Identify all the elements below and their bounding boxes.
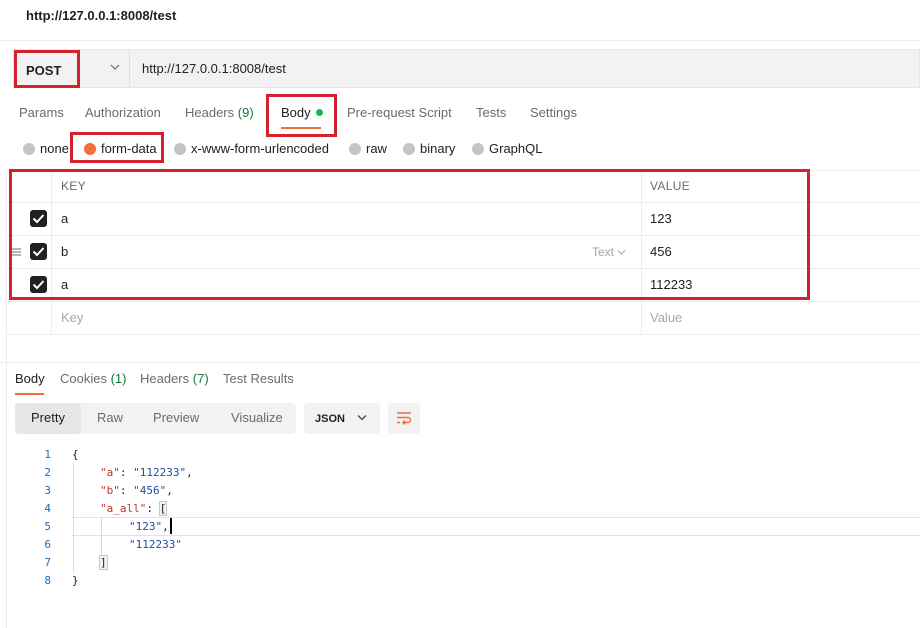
- json-key: "b": [100, 484, 120, 497]
- text-caret: [170, 518, 172, 534]
- headers-count: (9): [237, 105, 254, 120]
- tab-label: Authorization: [85, 105, 161, 120]
- new-value-input[interactable]: Value: [650, 310, 682, 325]
- code-line[interactable]: }: [72, 574, 79, 587]
- tab-authorization[interactable]: Authorization: [85, 105, 161, 120]
- tab-label: Settings: [530, 105, 577, 120]
- radio-binary[interactable]: binary: [403, 141, 455, 156]
- active-tab-indicator: [15, 393, 44, 395]
- radio-label: binary: [420, 141, 456, 156]
- response-tab-headers[interactable]: Headers (7): [140, 371, 209, 386]
- radio-graphql[interactable]: GraphQL: [472, 141, 542, 156]
- indent-guide: [73, 463, 74, 573]
- radio-label: none: [40, 141, 69, 156]
- current-line-highlight: [72, 517, 920, 536]
- radio-x-www-form-urlencoded[interactable]: x-www-form-urlencoded: [174, 141, 329, 156]
- radio-label: raw: [366, 141, 387, 156]
- tab-pre-request-script[interactable]: Pre-request Script: [347, 105, 452, 120]
- view-preview-button[interactable]: Preview: [153, 410, 199, 425]
- json-string: "456": [133, 484, 167, 497]
- response-tab-test-results[interactable]: Test Results: [223, 371, 294, 386]
- json-string: "112233": [129, 538, 182, 551]
- wrap-lines-button[interactable]: [388, 403, 420, 434]
- url-input[interactable]: http://127.0.0.1:8008/test: [142, 61, 286, 76]
- json-separator: :: [119, 466, 134, 479]
- json-bracket: [: [158, 501, 168, 516]
- radio-icon: [174, 143, 186, 155]
- panel-edge: [6, 170, 7, 628]
- tab-tests[interactable]: Tests: [476, 105, 506, 120]
- tab-label: Headers: [140, 371, 190, 386]
- tab-label: Pre-request Script: [347, 105, 452, 120]
- line-number: 6: [44, 538, 51, 551]
- pane-divider[interactable]: [0, 362, 920, 363]
- table-border: [6, 334, 920, 335]
- highlight-box-form-data: [70, 132, 164, 163]
- table-border: [6, 301, 920, 302]
- json-comma: ,: [166, 484, 173, 497]
- radio-label: GraphQL: [489, 141, 543, 156]
- line-number: 7: [44, 556, 51, 569]
- tab-settings[interactable]: Settings: [530, 105, 577, 120]
- tab-label: Cookies: [60, 371, 107, 386]
- view-visualize-button[interactable]: Visualize: [231, 410, 283, 425]
- method-select[interactable]: POST: [14, 50, 80, 88]
- tab-label: Test Results: [223, 371, 294, 386]
- code-line[interactable]: {: [72, 448, 79, 461]
- response-tab-body[interactable]: Body: [15, 371, 45, 386]
- tab-headers[interactable]: Headers (9): [185, 105, 254, 120]
- json-comma: ,: [186, 466, 193, 479]
- json-key: "a": [100, 466, 120, 479]
- json-bracket: ]: [99, 555, 108, 570]
- new-key-input[interactable]: Key: [61, 310, 83, 325]
- radio-raw[interactable]: raw: [349, 141, 387, 156]
- code-line[interactable]: "a": "112233",: [100, 466, 193, 479]
- indent-guide: [101, 518, 102, 555]
- code-line[interactable]: "123",: [129, 520, 169, 533]
- radio-none[interactable]: none: [23, 141, 69, 156]
- line-number: 1: [44, 448, 51, 461]
- code-line[interactable]: "112233": [129, 538, 182, 551]
- json-brace: }: [72, 574, 79, 587]
- json-comma: ,: [162, 520, 169, 533]
- highlight-box-body-tab: [266, 94, 337, 137]
- tab-label: Body: [15, 371, 45, 386]
- tab-label: Tests: [476, 105, 507, 120]
- tab-params[interactable]: Params: [19, 105, 64, 120]
- view-raw-button[interactable]: Raw: [97, 410, 123, 425]
- radio-icon: [472, 143, 484, 155]
- tab-label: Params: [19, 105, 64, 120]
- response-tab-cookies[interactable]: Cookies (1): [60, 371, 126, 386]
- line-number: 3: [44, 484, 51, 497]
- view-pretty-button[interactable]: Pretty: [31, 410, 65, 425]
- line-number: 5: [44, 520, 51, 533]
- format-label: JSON: [315, 413, 345, 425]
- wrap-lines-icon: [397, 412, 412, 425]
- code-line[interactable]: ]: [99, 555, 108, 570]
- radio-icon: [23, 143, 35, 155]
- cookies-count: (1): [110, 371, 127, 386]
- radio-icon: [403, 143, 415, 155]
- headers-count: (7): [192, 371, 209, 386]
- tab-label: Headers: [185, 105, 235, 120]
- line-number: 2: [44, 466, 51, 479]
- request-title[interactable]: http://127.0.0.1:8008/test: [26, 8, 176, 23]
- json-string: "123": [129, 520, 163, 533]
- json-brace: {: [72, 448, 79, 461]
- line-number: 4: [44, 502, 51, 515]
- format-select[interactable]: JSON: [304, 403, 380, 434]
- code-line[interactable]: "b": "456",: [100, 484, 173, 497]
- highlight-box-params-table: [9, 169, 810, 300]
- radio-label: x-www-form-urlencoded: [191, 141, 329, 156]
- json-separator: :: [146, 502, 160, 515]
- line-number: 8: [44, 574, 51, 587]
- json-key: "a_all": [100, 502, 147, 515]
- json-string: "112233": [133, 466, 187, 479]
- url-divider: [129, 50, 130, 87]
- radio-icon: [349, 143, 361, 155]
- chevron-down-icon: [357, 415, 367, 421]
- chevron-down-icon[interactable]: [108, 60, 122, 74]
- code-line[interactable]: "a_all": [: [100, 501, 168, 516]
- json-separator: :: [119, 484, 134, 497]
